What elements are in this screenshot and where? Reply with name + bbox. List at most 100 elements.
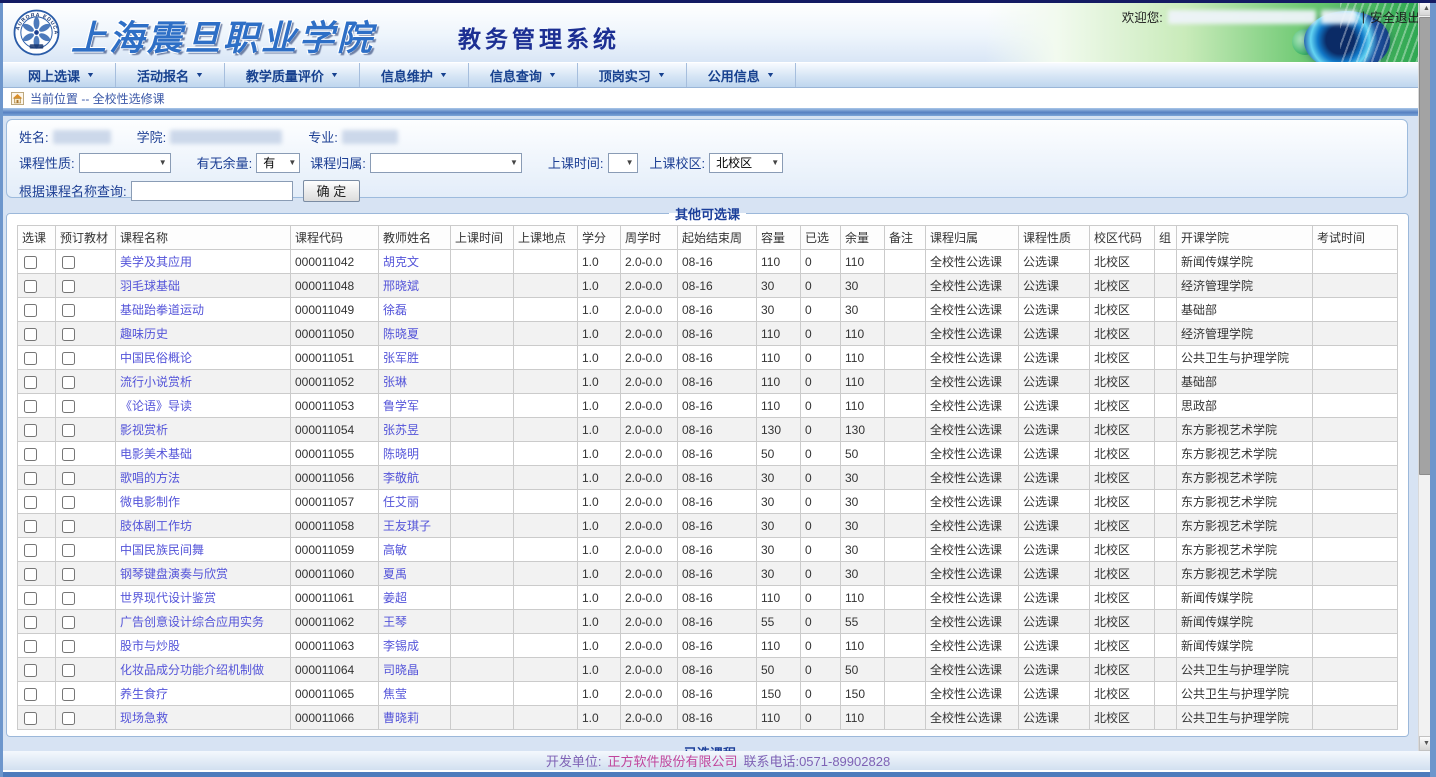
teacher-link[interactable]: 张苏昱 — [383, 423, 419, 437]
name-link[interactable]: 流行小说赏析 — [120, 375, 192, 389]
nav-item-信息维护[interactable]: 信息维护▼ — [360, 63, 469, 87]
select-course-checkbox[interactable] — [24, 424, 37, 437]
book-material-checkbox[interactable] — [62, 304, 75, 317]
name-link[interactable]: 趣味历史 — [120, 327, 168, 341]
teacher-link[interactable]: 王琴 — [383, 615, 407, 629]
book-material-checkbox[interactable] — [62, 592, 75, 605]
select-course-checkbox[interactable] — [24, 256, 37, 269]
name-link[interactable]: 羽毛球基础 — [120, 279, 180, 293]
book-material-checkbox[interactable] — [62, 256, 75, 269]
nav-item-活动报名[interactable]: 活动报名▼ — [116, 63, 225, 87]
select-course-checkbox[interactable] — [24, 352, 37, 365]
book-material-checkbox[interactable] — [62, 544, 75, 557]
select-course-checkbox[interactable] — [24, 688, 37, 701]
name-link[interactable]: 歌唱的方法 — [120, 471, 180, 485]
campus-select[interactable]: 北校区▼ — [709, 153, 783, 173]
nav-item-教学质量评价[interactable]: 教学质量评价▼ — [225, 63, 360, 87]
book-material-checkbox[interactable] — [62, 568, 75, 581]
course-row: 歌唱的方法000011056李敬航1.02.0-0.008-1630030全校性… — [18, 466, 1398, 490]
name-link[interactable]: 养生食疗 — [120, 687, 168, 701]
select-course-checkbox[interactable] — [24, 616, 37, 629]
book-material-checkbox[interactable] — [62, 352, 75, 365]
course-nature-select[interactable]: ▼ — [79, 153, 171, 173]
teacher-link[interactable]: 陈晓夏 — [383, 327, 419, 341]
name-link[interactable]: 电影美术基础 — [120, 447, 192, 461]
teacher-link[interactable]: 高敏 — [383, 543, 407, 557]
select-course-checkbox-cell — [18, 466, 56, 490]
select-course-checkbox[interactable] — [24, 280, 37, 293]
name-link[interactable]: 影视赏析 — [120, 423, 168, 437]
course-name-search-input[interactable] — [131, 181, 293, 201]
book-material-checkbox[interactable] — [62, 520, 75, 533]
book-material-checkbox[interactable] — [62, 280, 75, 293]
remain-select[interactable]: 有▼ — [256, 153, 300, 173]
name-link[interactable]: 微电影制作 — [120, 495, 180, 509]
name-link[interactable]: 钢琴键盘演奏与欣赏 — [120, 567, 228, 581]
confirm-button[interactable]: 确 定 — [303, 180, 361, 202]
book-material-checkbox[interactable] — [62, 496, 75, 509]
book-material-checkbox[interactable] — [62, 712, 75, 725]
book-material-checkbox[interactable] — [62, 400, 75, 413]
nav-item-网上选课[interactable]: 网上选课▼ — [7, 63, 116, 87]
teacher-link[interactable]: 张琳 — [383, 375, 407, 389]
select-course-checkbox[interactable] — [24, 664, 37, 677]
teacher-link[interactable]: 陈晓明 — [383, 447, 419, 461]
teacher-link[interactable]: 邢晓斌 — [383, 279, 419, 293]
teacher-link[interactable]: 李敬航 — [383, 471, 419, 485]
name-link[interactable]: 中国民族民间舞 — [120, 543, 204, 557]
teacher-link[interactable]: 夏禹 — [383, 567, 407, 581]
nav-item-公用信息[interactable]: 公用信息▼ — [687, 63, 796, 87]
teacher-link[interactable]: 王友琪子 — [383, 519, 431, 533]
select-course-checkbox[interactable] — [24, 496, 37, 509]
teacher-link[interactable]: 司晓晶 — [383, 663, 419, 677]
select-course-checkbox[interactable] — [24, 640, 37, 653]
name-link[interactable]: 中国民俗概论 — [120, 351, 192, 365]
name-link[interactable]: 基础跆拳道运动 — [120, 303, 204, 317]
select-course-checkbox[interactable] — [24, 712, 37, 725]
book-material-checkbox[interactable] — [62, 640, 75, 653]
book-material-checkbox[interactable] — [62, 424, 75, 437]
book-material-checkbox[interactable] — [62, 664, 75, 677]
cell-college: 新闻传媒学院 — [1177, 634, 1313, 658]
select-course-checkbox[interactable] — [24, 568, 37, 581]
teacher-link[interactable]: 鲁学军 — [383, 399, 419, 413]
select-course-checkbox[interactable] — [24, 400, 37, 413]
name-link[interactable]: 广告创意设计综合应用实务 — [120, 615, 264, 629]
cell-exam — [1313, 394, 1398, 418]
nav-item-顶岗实习[interactable]: 顶岗实习▼ — [578, 63, 687, 87]
name-link[interactable]: 肢体剧工作坊 — [120, 519, 192, 533]
select-course-checkbox[interactable] — [24, 304, 37, 317]
book-material-checkbox[interactable] — [62, 688, 75, 701]
book-material-checkbox[interactable] — [62, 376, 75, 389]
name-link[interactable]: 世界现代设计鉴赏 — [120, 591, 216, 605]
teacher-link[interactable]: 姜超 — [383, 591, 407, 605]
book-material-checkbox[interactable] — [62, 616, 75, 629]
teacher-link[interactable]: 曹晓莉 — [383, 711, 419, 725]
logout-link[interactable]: 安全退出 — [1370, 7, 1420, 26]
teacher-link[interactable]: 徐磊 — [383, 303, 407, 317]
select-course-checkbox[interactable] — [24, 328, 37, 341]
name-link[interactable]: 化妆品成分功能介绍机制做 — [120, 663, 264, 677]
name-link[interactable]: 现场急救 — [120, 711, 168, 725]
name-link[interactable]: 美学及其应用 — [120, 255, 192, 269]
course-belong-select[interactable]: ▼ — [370, 153, 522, 173]
name-link[interactable]: 《论语》导读 — [120, 399, 192, 413]
select-course-checkbox[interactable] — [24, 520, 37, 533]
teacher-link[interactable]: 任艾丽 — [383, 495, 419, 509]
book-material-checkbox[interactable] — [62, 328, 75, 341]
book-material-checkbox[interactable] — [62, 448, 75, 461]
select-course-checkbox[interactable] — [24, 592, 37, 605]
name-link[interactable]: 股市与炒股 — [120, 639, 180, 653]
select-course-checkbox[interactable] — [24, 376, 37, 389]
book-material-checkbox[interactable] — [62, 472, 75, 485]
select-course-checkbox[interactable] — [24, 544, 37, 557]
nav-item-信息查询[interactable]: 信息查询▼ — [469, 63, 578, 87]
select-course-checkbox[interactable] — [24, 448, 37, 461]
select-course-checkbox[interactable] — [24, 472, 37, 485]
teacher-link[interactable]: 李锡成 — [383, 639, 419, 653]
teacher-link[interactable]: 焦莹 — [383, 687, 407, 701]
class-time-select[interactable]: ▼ — [608, 153, 638, 173]
teacher-link[interactable]: 胡克文 — [383, 255, 419, 269]
cell-teacher: 高敏 — [379, 538, 451, 562]
teacher-link[interactable]: 张军胜 — [383, 351, 419, 365]
